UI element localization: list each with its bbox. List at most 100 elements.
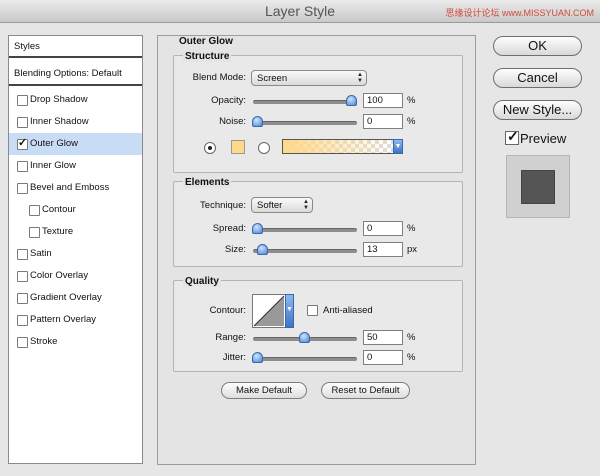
gradient-preview[interactable] bbox=[282, 139, 395, 154]
noise-unit: % bbox=[407, 116, 416, 127]
size-unit: px bbox=[407, 244, 418, 255]
outer-glow-title: Outer Glow bbox=[179, 36, 233, 47]
spread-slider-knob[interactable] bbox=[252, 223, 263, 234]
styles-header[interactable]: Styles bbox=[9, 36, 142, 58]
opacity-slider[interactable] bbox=[253, 95, 357, 106]
opacity-field[interactable]: 100 bbox=[363, 93, 403, 108]
noise-slider-knob[interactable] bbox=[252, 116, 263, 127]
style-item-label: Texture bbox=[42, 226, 74, 237]
size-field[interactable]: 13 bbox=[363, 242, 403, 257]
styles-list: Styles Blending Options: Default Drop Sh… bbox=[8, 35, 143, 464]
style-item-pattern-overlay[interactable]: Pattern Overlay bbox=[9, 309, 142, 331]
style-item-bevel-and-emboss[interactable]: Bevel and Emboss bbox=[9, 177, 142, 199]
style-item-inner-glow[interactable]: Inner Glow bbox=[9, 155, 142, 177]
technique-value: Softer bbox=[257, 200, 283, 211]
technique-select[interactable]: Softer ▲ ▼ bbox=[251, 197, 313, 213]
style-item-contour[interactable]: Contour bbox=[9, 199, 142, 221]
elements-title: Elements bbox=[183, 177, 232, 188]
spread-field[interactable]: 0 bbox=[363, 221, 403, 236]
size-label: Size: bbox=[224, 244, 246, 255]
style-item-checkbox[interactable] bbox=[17, 271, 28, 282]
range-slider-knob[interactable] bbox=[299, 332, 310, 343]
solid-color-radio[interactable] bbox=[204, 142, 216, 154]
range-unit: % bbox=[407, 332, 416, 343]
style-item-checkbox[interactable] bbox=[17, 136, 28, 150]
preview-checkbox[interactable] bbox=[505, 128, 519, 145]
blending-options-item[interactable]: Blending Options: Default bbox=[9, 61, 142, 86]
style-item-checkbox[interactable] bbox=[17, 95, 28, 106]
structure-group: Structure Blend Mode: Screen ▲ ▼ Opacity:… bbox=[173, 51, 463, 173]
style-item-label: Outer Glow bbox=[30, 138, 79, 149]
size-slider-knob[interactable] bbox=[257, 244, 268, 255]
preview-thumbnail bbox=[521, 170, 555, 204]
watermark-text: 思缘设计论坛 www.MISSYUAN.COM bbox=[445, 8, 594, 18]
style-item-checkbox[interactable] bbox=[29, 205, 40, 216]
style-item-checkbox[interactable] bbox=[17, 161, 28, 172]
updown-arrows-icon: ▲ ▼ bbox=[357, 72, 363, 84]
style-item-label: Stroke bbox=[30, 336, 58, 347]
style-item-drop-shadow[interactable]: Drop Shadow bbox=[9, 89, 142, 111]
make-default-button[interactable]: Make Default bbox=[221, 382, 307, 399]
style-item-label: Satin bbox=[30, 248, 52, 259]
contour-dropdown-arrow-icon[interactable]: ▼ bbox=[285, 294, 294, 328]
contour-label: Contour: bbox=[209, 305, 246, 316]
opacity-slider-knob[interactable] bbox=[346, 95, 357, 106]
structure-title: Structure bbox=[183, 51, 232, 62]
spread-unit: % bbox=[407, 223, 416, 234]
spread-label: Spread: bbox=[212, 223, 246, 234]
opacity-label: Opacity: bbox=[211, 95, 246, 106]
noise-slider[interactable] bbox=[252, 116, 357, 127]
gradient-radio[interactable] bbox=[258, 142, 270, 154]
style-item-label: Gradient Overlay bbox=[30, 292, 102, 303]
style-item-label: Color Overlay bbox=[30, 270, 89, 281]
reset-to-default-button[interactable]: Reset to Default bbox=[321, 382, 410, 399]
jitter-slider[interactable] bbox=[252, 352, 357, 363]
style-item-outer-glow[interactable]: Outer Glow bbox=[9, 133, 142, 155]
elements-group: Elements Technique: Softer ▲ ▼ Spread: 0 … bbox=[173, 177, 463, 267]
new-style-button[interactable]: New Style... bbox=[493, 100, 582, 120]
style-item-texture[interactable]: Texture bbox=[9, 221, 142, 243]
style-item-checkbox[interactable] bbox=[17, 117, 28, 128]
layer-style-dialog: Layer Style 思缘设计论坛 www.MISSYUAN.COM Styl… bbox=[0, 0, 600, 476]
style-item-label: Bevel and Emboss bbox=[30, 182, 110, 193]
style-item-checkbox[interactable] bbox=[29, 227, 40, 238]
contour-picker[interactable] bbox=[252, 294, 286, 328]
style-item-inner-shadow[interactable]: Inner Shadow bbox=[9, 111, 142, 133]
style-item-satin[interactable]: Satin bbox=[9, 243, 142, 265]
cancel-button[interactable]: Cancel bbox=[493, 68, 582, 88]
noise-label: Noise: bbox=[219, 116, 246, 127]
style-item-checkbox[interactable] bbox=[17, 293, 28, 304]
quality-group: Quality Contour: ▼ Anti-aliased Range: 5… bbox=[173, 276, 463, 372]
opacity-unit: % bbox=[407, 95, 416, 106]
style-item-stroke[interactable]: Stroke bbox=[9, 331, 142, 353]
style-item-gradient-overlay[interactable]: Gradient Overlay bbox=[9, 287, 142, 309]
range-field[interactable]: 50 bbox=[363, 330, 403, 345]
ok-button[interactable]: OK bbox=[493, 36, 582, 56]
jitter-unit: % bbox=[407, 352, 416, 363]
gradient-dropdown-arrow-icon[interactable]: ▼ bbox=[393, 139, 403, 154]
outer-glow-panel: Outer Glow Structure Blend Mode: Screen … bbox=[157, 35, 476, 465]
style-item-label: Drop Shadow bbox=[30, 94, 88, 105]
blend-mode-label: Blend Mode: bbox=[192, 72, 246, 83]
style-item-checkbox[interactable] bbox=[17, 183, 28, 194]
spread-slider[interactable] bbox=[252, 223, 357, 234]
style-item-checkbox[interactable] bbox=[17, 249, 28, 260]
contour-curve-icon bbox=[253, 295, 285, 327]
jitter-field[interactable]: 0 bbox=[363, 350, 403, 365]
style-item-color-overlay[interactable]: Color Overlay bbox=[9, 265, 142, 287]
blend-mode-value: Screen bbox=[257, 73, 288, 84]
range-slider[interactable] bbox=[253, 332, 357, 343]
style-item-checkbox[interactable] bbox=[17, 337, 28, 348]
blend-mode-select[interactable]: Screen ▲ ▼ bbox=[251, 70, 367, 86]
anti-aliased-checkbox[interactable] bbox=[307, 305, 318, 316]
size-slider[interactable] bbox=[253, 244, 357, 255]
preview-box bbox=[506, 155, 570, 218]
noise-field[interactable]: 0 bbox=[363, 114, 403, 129]
glow-color-swatch[interactable] bbox=[231, 140, 245, 154]
jitter-label: Jitter: bbox=[222, 352, 246, 363]
jitter-slider-knob[interactable] bbox=[252, 352, 263, 363]
blending-options-label: Blending Options: Default bbox=[14, 68, 122, 79]
style-item-checkbox[interactable] bbox=[17, 315, 28, 326]
preview-label: Preview bbox=[520, 131, 567, 146]
updown-arrows-icon: ▲ ▼ bbox=[303, 199, 309, 211]
